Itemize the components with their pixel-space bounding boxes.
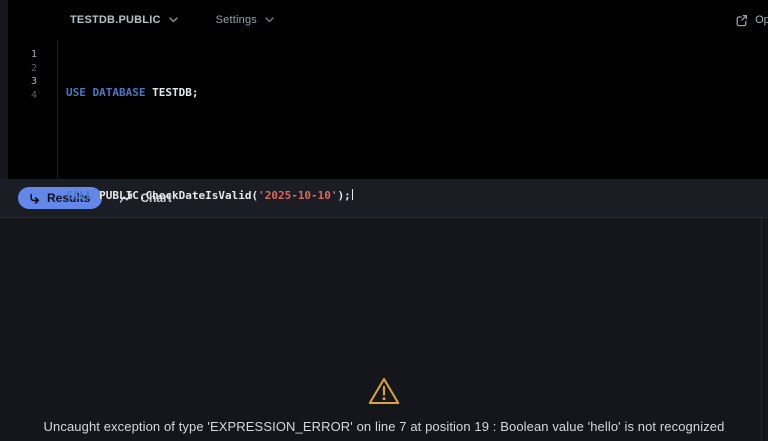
text-cursor [352,189,354,200]
code-line-2 [66,138,768,152]
settings-label: Settings [216,14,257,26]
code-line-3: CALL PUBLIC.CheckDateIsValid('2025-10-10… [66,189,768,203]
warning-triangle-icon [367,376,401,411]
sql-string-literal: '2025-10-10' [258,189,337,202]
chevron-down-icon [265,17,274,23]
line-number-gutter: 1 2 3 4 [8,40,57,179]
worksheet-editor-section: TESTDB.PUBLIC Settings Open 1 2 3 4 USE … [0,0,768,179]
code-line-1: USE DATABASE TESTDB; [66,86,768,100]
line-number: 2 [8,62,57,76]
return-arrow-icon [28,192,41,205]
database-schema-label: TESTDB.PUBLIC [70,14,161,26]
database-schema-selector[interactable]: TESTDB.PUBLIC [70,14,178,26]
worksheet-toolbar: TESTDB.PUBLIC Settings Open [8,0,768,40]
line-number: 4 [8,89,57,103]
error-message: Uncaught exception of type 'EXPRESSION_E… [0,419,768,434]
sql-keyword: CALL [66,189,93,202]
code-area[interactable]: USE DATABASE TESTDB; CALL PUBLIC.CheckDa… [57,40,768,179]
line-number: 3 [8,75,57,89]
sql-text: ); [338,189,351,202]
settings-menu[interactable]: Settings [216,14,274,26]
sql-text: TESTDB; [145,86,198,99]
chevron-down-icon [169,17,178,23]
panel-border [761,218,762,441]
external-link-icon [735,14,748,27]
sql-editor[interactable]: 1 2 3 4 USE DATABASE TESTDB; CALL PUBLIC… [8,40,768,179]
results-panel: Uncaught exception of type 'EXPRESSION_E… [0,218,768,441]
open-link[interactable]: Open [735,0,768,40]
sql-text: PUBLIC.CheckDateIsValid( [93,189,259,202]
sql-keyword: USE DATABASE [66,86,145,99]
line-number: 1 [8,48,57,62]
open-label: Open [755,14,768,26]
